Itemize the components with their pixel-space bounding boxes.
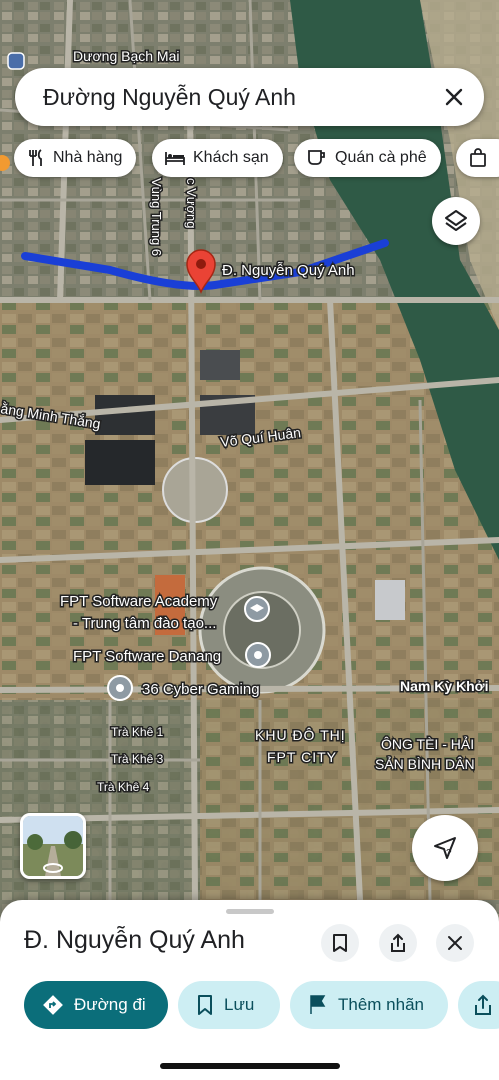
my-location-button[interactable]: ? [412, 815, 478, 881]
chip-label: Khách sạn [193, 149, 269, 166]
school-poi-icon[interactable] [244, 596, 270, 622]
chip-label: Nhà hàng [53, 149, 123, 166]
poi-label-ong-tei[interactable]: ÔNG TÈI - HẢI [380, 735, 476, 754]
save-button[interactable]: Lưu [178, 981, 280, 1029]
close-sheet-button[interactable] [436, 924, 474, 962]
share-button[interactable] [458, 981, 499, 1029]
restaurant-icon [29, 149, 42, 166]
layers-icon [445, 210, 467, 231]
flag-icon [310, 995, 326, 1014]
drag-handle[interactable] [226, 909, 274, 914]
shopping-bag-icon [470, 148, 486, 167]
directions-button[interactable]: Đường đi [24, 981, 168, 1029]
street-view-thumbnail[interactable] [20, 813, 86, 879]
close-icon[interactable] [438, 81, 470, 113]
map-label-vung-trung: Vùng Trung 6 [149, 178, 164, 256]
bookmark-icon [333, 934, 347, 952]
chip-coffee[interactable]: Quán cà phê [294, 139, 441, 177]
map-label-tra-khe-4: Trà Khê 4 [97, 780, 150, 794]
layers-button[interactable] [432, 197, 480, 245]
share-icon [391, 933, 405, 952]
directions-label: Đường đi [74, 995, 146, 1014]
hotel-icon [165, 152, 185, 165]
coffee-icon [308, 150, 325, 165]
map-label-bach-mai: Dương Bạch Mai [73, 48, 179, 64]
map-label-tra-khe-3: Trà Khê 3 [111, 752, 164, 766]
add-label-label: Thêm nhãn [338, 995, 424, 1014]
chip-restaurants[interactable]: Nhà hàng [14, 139, 137, 177]
map-label-fpt-city: FPT CITY [267, 749, 337, 765]
close-icon [448, 936, 462, 950]
bus-stop-icon[interactable] [7, 52, 25, 70]
bookmark-icon [198, 995, 212, 1015]
poi-label-fpt-academy[interactable]: FPT Software Academy [59, 592, 220, 612]
place-title: Đ. Nguyễn Quý Anh [24, 926, 245, 954]
share-icon-button[interactable] [379, 924, 417, 962]
poi-label-fpt-academy-sub[interactable]: - Trung tâm đào tạo... [72, 614, 218, 634]
gaming-poi-icon[interactable] [107, 675, 133, 701]
map-label-nam-ky-khoi: Nam Kỳ Khởi [400, 678, 489, 694]
chip-hotels[interactable]: Khách sạn [152, 139, 283, 177]
home-indicator [160, 1063, 340, 1069]
office-poi-icon[interactable] [245, 642, 271, 668]
save-icon-button[interactable] [321, 924, 359, 962]
place-bottom-sheet[interactable]: Đ. Nguyễn Quý Anh Đường đi Lưu Thêm nhãn [0, 900, 499, 1080]
map-label-khu-do-thi: KHU ĐÔ THỊ [255, 727, 346, 743]
map-label-route[interactable]: Đ. Nguyễn Quý Anh [221, 261, 357, 281]
navigation-arrow-icon: ? [434, 837, 456, 859]
chip-label: Quán cà phê [335, 149, 427, 166]
map-label-tra-khe-1: Trà Khê 1 [111, 725, 164, 739]
poi-label-hai-san[interactable]: SẢN BÌNH DÂN [374, 755, 477, 774]
share-icon [475, 994, 491, 1015]
poi-label-cyber-gaming[interactable]: 36 Cyber Gaming [141, 680, 262, 700]
svg-text:?: ? [446, 848, 452, 859]
chip-shopping[interactable] [456, 139, 499, 177]
search-bar[interactable]: Đường Nguyễn Quý Anh [15, 68, 484, 126]
search-query[interactable]: Đường Nguyễn Quý Anh [43, 84, 296, 111]
save-label: Lưu [224, 995, 255, 1014]
poi-label-fpt-danang[interactable]: FPT Software Danang [72, 647, 223, 667]
add-label-button[interactable]: Thêm nhãn [290, 981, 448, 1029]
map-label-vuong: c Vượng [184, 178, 199, 228]
directions-icon [43, 995, 63, 1015]
